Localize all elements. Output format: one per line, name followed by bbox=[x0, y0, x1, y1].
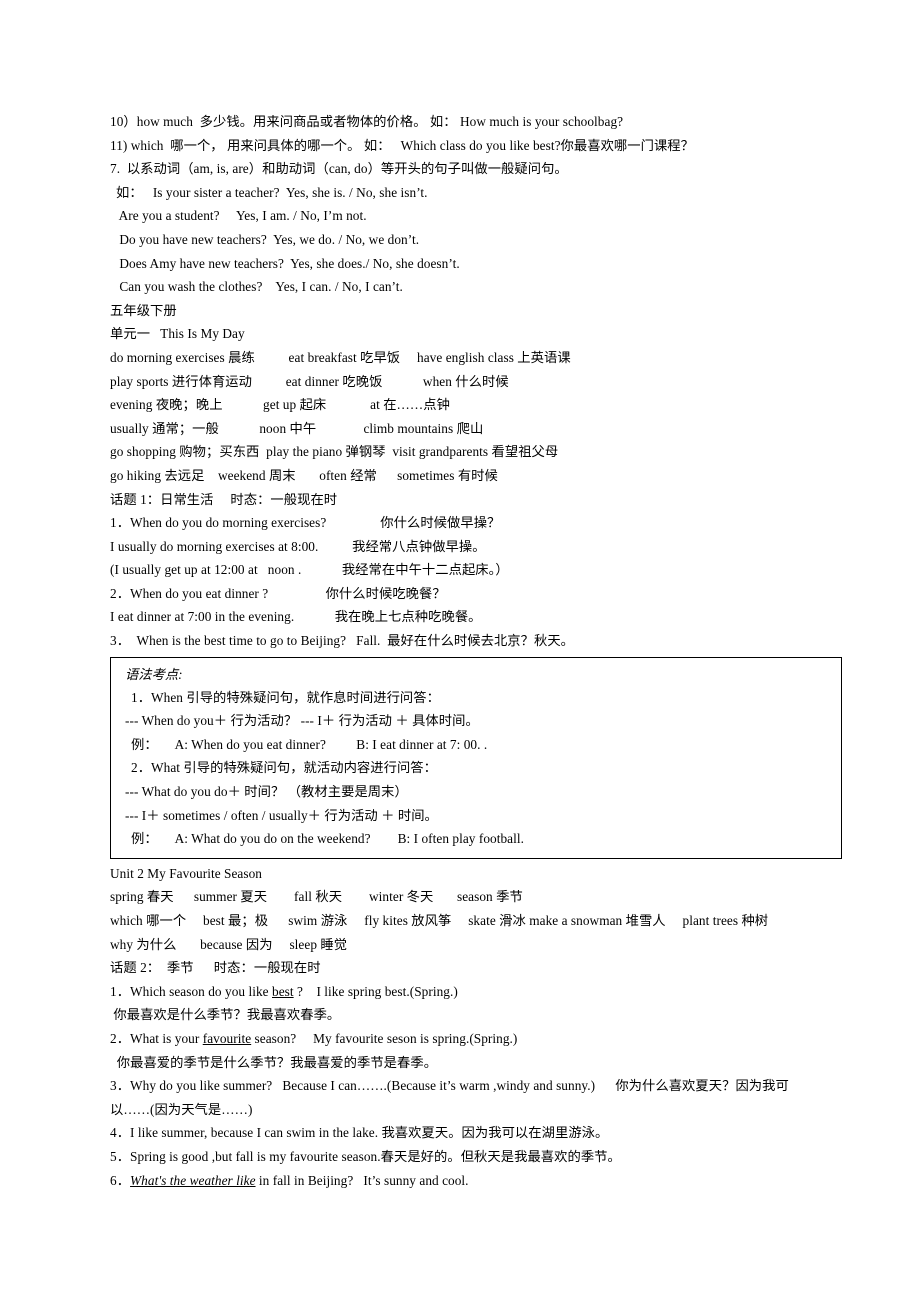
grammar-box-line: 2．What 引导的特殊疑问句，就活动内容进行问答： bbox=[131, 760, 438, 776]
qa-emphasis-best: best bbox=[272, 983, 294, 999]
unit2-qa-line: 1．Which season do you like best ? I like… bbox=[110, 980, 840, 1004]
grammar-points-box: 语法考点: 1．When 引导的特殊疑问句，就作息时间进行问答： --- Whe… bbox=[110, 656, 842, 859]
qa-text-pre: 1．Which season do you like bbox=[110, 983, 272, 999]
qa-emphasis-favourite: favourite bbox=[202, 1030, 252, 1046]
document-page: 10）how much 多少钱。用来问商品或者物体的价格。 如： How muc… bbox=[0, 0, 920, 1302]
unit2-qa-line: 5．Spring is good ,but fall is my favouri… bbox=[110, 1148, 621, 1164]
unit2-topic-line: 话题 2： 季节 时态：一般现在时 bbox=[110, 960, 321, 976]
section-question-words: 10）how much 多少钱。用来问商品或者物体的价格。 如： How muc… bbox=[110, 110, 840, 181]
question-word-line: 11) which 哪一个， 用来问具体的哪一个。 如： Which class… bbox=[110, 137, 695, 153]
qa-text-pre: 6． bbox=[110, 1172, 131, 1188]
unit1-vocabulary-line: go hiking 去远足 weekend 周末 often 经常 someti… bbox=[110, 467, 498, 483]
unit1-qa-line: 3． When is the best time to go to Beijin… bbox=[110, 633, 575, 649]
yesno-example-line: Can you wash the clothes? Yes, I can. / … bbox=[116, 279, 403, 295]
unit1-vocabulary-line: go shopping 购物；买东西 play the piano 弹钢琴 vi… bbox=[110, 444, 559, 460]
unit1-vocabulary-line: evening 夜晚；晚上 get up 起床 at 在……点钟 bbox=[110, 397, 450, 413]
unit1-qa-line: 1．When do you do morning exercises? 你什么时… bbox=[110, 515, 501, 531]
unit1-heading: 单元一 This Is My Day bbox=[110, 326, 245, 342]
yesno-example-line: Do you have new teachers? Yes, we do. / … bbox=[116, 231, 420, 247]
unit1-qa-line: I usually do morning exercises at 8:00. … bbox=[110, 538, 486, 554]
section-unit-1: 单元一 This Is My Day do morning exercises … bbox=[110, 322, 840, 652]
unit2-qa-line: 你最喜爱的季节是什么季节？我最喜爱的季节是春季。 bbox=[110, 1054, 438, 1070]
unit2-vocabulary-line: why 为什么 because 因为 sleep 睡觉 bbox=[110, 936, 348, 952]
yesno-example-line: Does Amy have new teachers? Yes, she doe… bbox=[116, 255, 460, 271]
unit2-qa-line: 6．What's the weather like in fall in Bei… bbox=[110, 1169, 840, 1193]
unit2-vocabulary-line: spring 春天 summer 夏天 fall 秋天 winter 冬天 se… bbox=[110, 889, 523, 905]
unit2-qa-line: 3．Why do you like summer? Because I can…… bbox=[110, 1078, 789, 1094]
grammar-box-line: 1．When 引导的特殊疑问句，就作息时间进行问答： bbox=[131, 689, 440, 705]
question-word-line: 10）how much 多少钱。用来问商品或者物体的价格。 如： How muc… bbox=[110, 114, 624, 129]
unit2-qa-line: 以……(因为天气是……) bbox=[110, 1101, 253, 1117]
qa-text-pre: 2．What is your bbox=[110, 1030, 203, 1046]
section-unit-2: Unit 2 My Favourite Season spring 春天 sum… bbox=[110, 862, 840, 1192]
unit2-vocabulary-line: which 哪一个 best 最；极 swim 游泳 fly kites 放风筝… bbox=[110, 913, 769, 928]
unit1-vocabulary-line: do morning exercises 晨练 eat breakfast 吃早… bbox=[110, 349, 571, 365]
grammar-box-line: 例： A: What do you do on the weekend? B: … bbox=[131, 831, 524, 847]
grammar-box-line: --- When do you＋ 行为活动？ --- I＋ 行为活动 ＋ 具体时… bbox=[125, 713, 479, 729]
grammar-box-line: --- I＋ sometimes / often / usually＋ 行为活动… bbox=[125, 807, 438, 823]
unit2-qa-line: 你最喜欢是什么季节？我最喜欢春季。 bbox=[110, 1007, 341, 1023]
grammar-box-line: 例： A: When do you eat dinner? B: I eat d… bbox=[131, 736, 488, 752]
unit1-qa-line: (I usually get up at 12:00 at noon . 我经常… bbox=[110, 562, 509, 578]
qa-text-post: season? My favourite seson is spring.(Sp… bbox=[251, 1030, 518, 1046]
qa-text-post: in fall in Beijing? It’s sunny and cool. bbox=[255, 1172, 469, 1188]
unit1-topic-line: 话题 1：日常生活 时态：一般现在时 bbox=[110, 491, 338, 507]
qa-text-post: ? I like spring best.(Spring.) bbox=[293, 983, 458, 999]
section-yesno-examples: 如： Is your sister a teacher? Yes, she is… bbox=[110, 181, 840, 299]
grade-heading: 五年级下册 bbox=[110, 302, 177, 318]
unit1-vocabulary-line: play sports 进行体育运动 eat dinner 吃晚饭 when 什… bbox=[110, 373, 509, 389]
unit1-qa-line: 2．When do you eat dinner ? 你什么时候吃晚餐？ bbox=[110, 585, 446, 601]
qa-emphasis-weather-phrase: What's the weather like bbox=[130, 1172, 256, 1188]
unit2-qa-line: 4．I like summer, because I can swim in t… bbox=[110, 1125, 609, 1141]
grammar-box-title: 语法考点: bbox=[125, 666, 183, 682]
unit1-vocabulary-line: usually 通常；一般 noon 中午 climb mountains 爬山 bbox=[110, 420, 484, 436]
yesno-example-line: 如： Is your sister a teacher? Yes, she is… bbox=[116, 184, 428, 200]
unit1-qa-line: I eat dinner at 7:00 in the evening. 我在晚… bbox=[110, 609, 482, 625]
unit2-qa-line: 2．What is your favourite season? My favo… bbox=[110, 1027, 840, 1051]
grammar-box-line: --- What do you do＋ 时间？ （教材主要是周末） bbox=[125, 784, 408, 800]
yesno-example-line: Are you a student? Yes, I am. / No, I’m … bbox=[116, 208, 367, 224]
unit2-heading: Unit 2 My Favourite Season bbox=[110, 865, 262, 881]
general-question-rule: 7. 以系动词（am, is, are）和助动词（can, do）等开头的句子叫… bbox=[110, 161, 568, 177]
